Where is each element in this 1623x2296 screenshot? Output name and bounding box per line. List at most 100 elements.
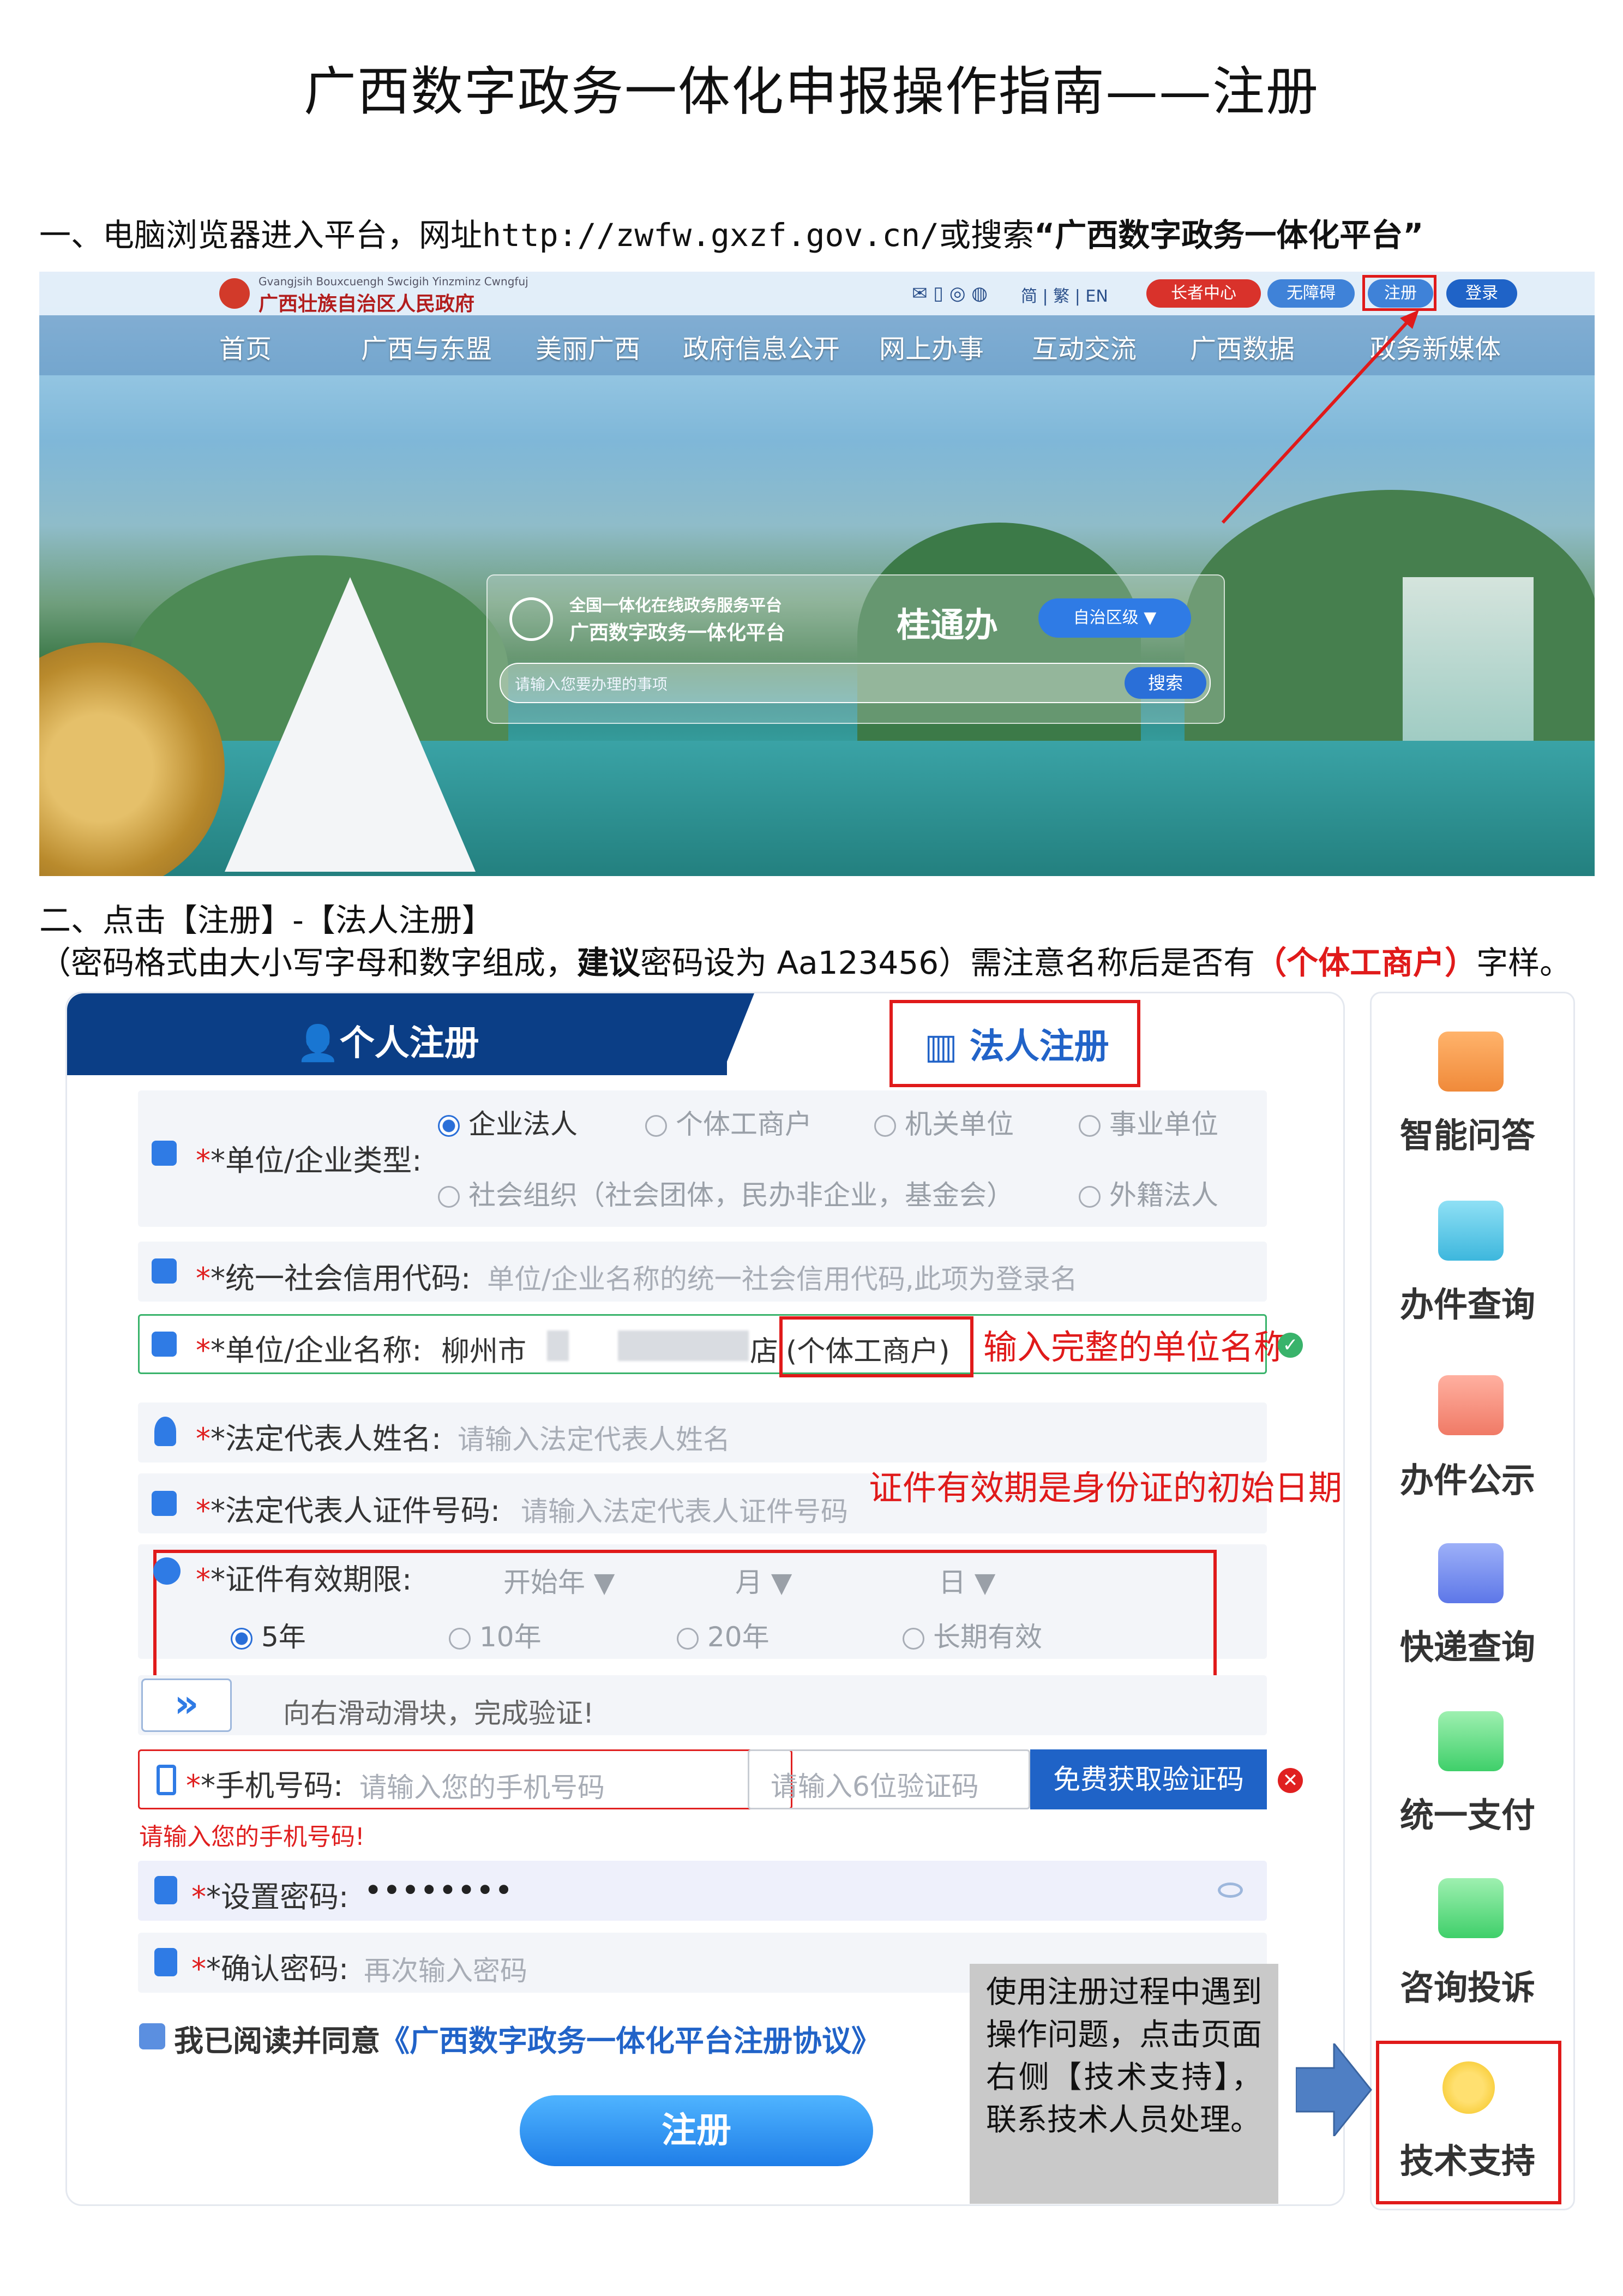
type-government[interactable]: 机关单位 xyxy=(874,1102,1014,1142)
step-2-note-bold: 建议 xyxy=(577,944,641,981)
legal-name-input[interactable]: 请输入法定代表人姓名 xyxy=(458,1418,730,1457)
language-links[interactable]: 简 | 繁 | EN xyxy=(1021,283,1108,307)
start-year-select[interactable]: 开始年 ▼ xyxy=(503,1561,615,1600)
service-sidebar: 智能问答 办件查询 办件公示 快递查询 统一支付 咨询投诉 技术支持 xyxy=(1370,992,1575,2210)
sidebar-item-tech-support[interactable]: 技术支持 xyxy=(1400,2133,1535,2183)
error-x-icon: ✕ xyxy=(1278,1768,1303,1793)
phone-error-message: 请输入您的手机号码! xyxy=(139,1823,365,1851)
elder-center-button[interactable]: 长者中心 xyxy=(1146,279,1261,308)
portal-url[interactable]: http://zwfw.gxzf.gov.cn/ xyxy=(482,217,939,254)
submit-register-button[interactable]: 注册 xyxy=(520,2095,873,2166)
confirm-input[interactable]: 再次输入密码 xyxy=(364,1949,527,1988)
sidebar-item-qa[interactable]: 智能问答 xyxy=(1400,1108,1535,1157)
portal-search-button[interactable]: 搜索 xyxy=(1125,667,1206,699)
sidebar-item-public[interactable]: 办件公示 xyxy=(1400,1453,1535,1502)
step-2-note-a: （密码格式由大小写字母和数字组成， xyxy=(39,944,578,981)
portal-search-placeholder: 请输入您要办理的事项 xyxy=(515,675,668,693)
courier-icon xyxy=(1438,1543,1504,1603)
platform-logo-icon xyxy=(509,597,553,641)
user-icon: 👤 xyxy=(296,1023,340,1064)
sidebar-item-complaint[interactable]: 咨询投诉 xyxy=(1400,1960,1535,2009)
type-label: **单位/企业类型: xyxy=(196,1143,422,1178)
search-doc-icon xyxy=(1438,1201,1504,1261)
duration-10y[interactable]: 10年 xyxy=(449,1615,542,1654)
code-input[interactable]: 请输入6位验证码 xyxy=(771,1765,979,1804)
portal-search-input[interactable]: 请输入您要办理的事项 搜索 xyxy=(500,663,1211,703)
credit-input[interactable]: 单位/企业名称的统一社会信用代码,此项为登录名 xyxy=(487,1257,1078,1297)
type-institution[interactable]: 事业单位 xyxy=(1079,1102,1218,1142)
step-1-mid: 或搜索 xyxy=(939,217,1035,254)
nav-online-service[interactable]: 网上办事 xyxy=(879,327,984,365)
lock-icon xyxy=(154,1948,177,1976)
login-link[interactable]: 登录 xyxy=(1446,279,1517,308)
name-value-end: 店 xyxy=(750,1335,779,1368)
step-2-note-b: 密码设为 Aa123456）需注意名称后是否有 xyxy=(640,944,1255,981)
list-icon xyxy=(152,1141,177,1166)
redacted-area xyxy=(547,1330,569,1361)
nav-interaction[interactable]: 互动交流 xyxy=(1032,327,1137,365)
get-code-button[interactable]: 免费获取验证码 xyxy=(1030,1749,1267,1809)
valid-check-icon: ✓ xyxy=(1278,1333,1303,1358)
nav-home[interactable]: 首页 xyxy=(219,327,272,365)
validity-label: **证件有效期限: xyxy=(196,1562,412,1597)
step-2-note-c: 字样。 xyxy=(1476,944,1572,981)
search-keyword: “广西数字政务一体化平台” xyxy=(1034,217,1424,254)
legal-id-label: **法定代表人证件号码: xyxy=(196,1494,501,1528)
type-individual[interactable]: 个体工商户 xyxy=(645,1102,812,1142)
name-value-start: 柳州市 xyxy=(441,1335,527,1368)
step-2-note: （密码格式由大小写字母和数字组成，建议密码设为 Aa123456）需注意名称后是… xyxy=(39,937,1571,983)
gov-name[interactable]: 广西壮族自治区人民政府 xyxy=(259,288,474,316)
duration-20y[interactable]: 20年 xyxy=(677,1615,770,1654)
tab-personal-register[interactable]: 👤个人注册 xyxy=(67,993,727,1075)
clock-icon xyxy=(153,1557,181,1585)
type-foreign[interactable]: 外籍法人 xyxy=(1079,1173,1218,1213)
radio-icon xyxy=(874,1115,896,1137)
agree-text: 我已阅读并同意《广西数字政务一体化平台注册协议》 xyxy=(174,2024,881,2058)
month-select[interactable]: 月 ▼ xyxy=(735,1561,792,1600)
step-1-prefix: 一、电脑浏览器进入平台，网址 xyxy=(39,217,483,254)
eye-icon[interactable] xyxy=(1218,1883,1243,1898)
step-2-note-red: （个体工商户） xyxy=(1255,944,1477,981)
gov-name-pinyin: Gvangjsih Bouxcuengh Swcigih Yinzminz Cw… xyxy=(259,275,528,288)
platform-line-2: 广西数字政务一体化平台 xyxy=(569,622,786,644)
region-select[interactable]: 自治区级 ▼ xyxy=(1038,598,1191,638)
duration-permanent[interactable]: 长期有效 xyxy=(903,1615,1042,1654)
portal-screenshot: Gvangjsih Bouxcuengh Swcigih Yinzminz Cw… xyxy=(39,272,1595,876)
credit-label: **统一社会信用代码: xyxy=(196,1261,471,1296)
tip-note: 使用注册过程中遇到操作问题，点击页面右侧【技术支持】，联系技术人员处理。 xyxy=(970,1964,1278,2204)
building-icon xyxy=(152,1332,177,1357)
slider-handle[interactable]: » xyxy=(141,1678,232,1732)
announcement-icon xyxy=(1438,1375,1504,1435)
accessible-button[interactable]: 无障碍 xyxy=(1267,279,1355,308)
password-input[interactable]: •••••••• xyxy=(364,1872,513,1909)
legal-name-label: **法定代表人姓名: xyxy=(196,1422,442,1456)
phone-label: **手机号码: xyxy=(186,1769,344,1803)
confirm-label: **确认密码: xyxy=(191,1952,349,1986)
nav-asean[interactable]: 广西与东盟 xyxy=(361,327,492,365)
question-icon xyxy=(1438,1032,1504,1092)
phone-input[interactable]: 请输入您的手机号码 xyxy=(359,1766,605,1805)
nav-gov-info[interactable]: 政府信息公开 xyxy=(683,327,840,365)
agree-checkbox[interactable] xyxy=(139,2023,165,2049)
lock-icon xyxy=(154,1876,177,1904)
sidebar-item-express[interactable]: 快递查询 xyxy=(1400,1620,1535,1669)
agreement-link[interactable]: 《广西数字政务一体化平台注册协议》 xyxy=(380,2024,881,2058)
legal-id-input[interactable]: 请输入法定代表人证件号码 xyxy=(521,1490,848,1529)
type-social-org[interactable]: 社会组织（社会团体，民办非企业，基金会） xyxy=(438,1173,1014,1213)
id-card-icon xyxy=(152,1491,177,1516)
chat-icon xyxy=(1438,1878,1504,1938)
duration-5y[interactable]: 5年 xyxy=(231,1615,306,1654)
document-title: 广西数字政务一体化申报操作指南——注册 xyxy=(304,61,1319,122)
right-arrow-icon xyxy=(1296,2043,1372,2136)
nav-beautiful-guangxi[interactable]: 美丽广西 xyxy=(536,327,640,365)
redacted-area xyxy=(618,1330,749,1361)
tab-personal-label: 👤个人注册 xyxy=(296,1023,479,1064)
day-select[interactable]: 日 ▼ xyxy=(939,1561,995,1600)
sidebar-item-query[interactable]: 办件查询 xyxy=(1400,1277,1535,1326)
tab-legal-register[interactable]: ▥ 法人注册 xyxy=(924,1018,1109,1069)
id-card-icon xyxy=(152,1258,177,1284)
sidebar-item-payment[interactable]: 统一支付 xyxy=(1400,1788,1535,1837)
type-enterprise[interactable]: 企业法人 xyxy=(438,1102,578,1142)
share-icons[interactable]: ✉ ▯ ◎ ◍ xyxy=(912,283,988,304)
radio-checked-icon xyxy=(438,1115,460,1137)
